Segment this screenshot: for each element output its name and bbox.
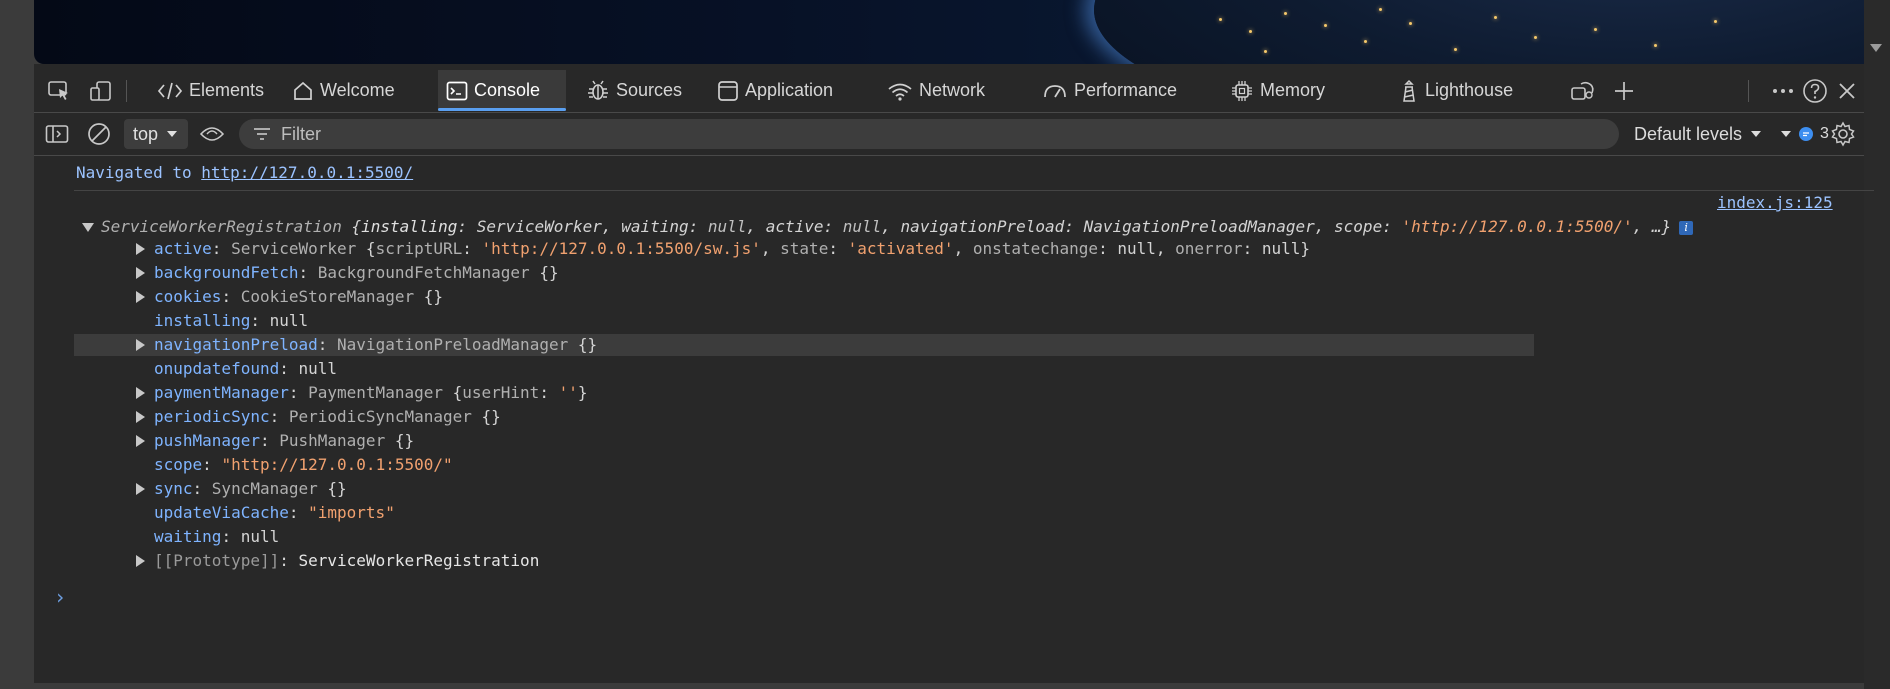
help-icon[interactable]: [1800, 76, 1830, 106]
device-emulation-icon[interactable]: [86, 76, 116, 106]
expand-triangle-icon[interactable]: [136, 411, 145, 423]
bug-icon: [588, 80, 608, 100]
property-row[interactable]: pushManager: PushManager {}: [74, 430, 414, 452]
property-row: waiting: null: [154, 527, 280, 546]
property-row: onupdatefound: null: [154, 359, 338, 378]
tab-memory[interactable]: Memory: [1222, 70, 1333, 111]
tab-performance[interactable]: Performance: [1034, 70, 1185, 111]
inspect-element-icon[interactable]: [44, 76, 74, 106]
log-levels-dropdown[interactable]: Default levels: [1634, 119, 1792, 149]
expand-triangle-icon[interactable]: [136, 483, 145, 495]
performance-icon: [1044, 84, 1066, 97]
object-summary[interactable]: ServiceWorkerRegistration {installing: S…: [74, 216, 1694, 238]
lighthouse-icon: [1403, 79, 1415, 102]
navigated-url-link[interactable]: http://127.0.0.1:5500/: [201, 163, 413, 182]
tab-console[interactable]: Console: [438, 70, 566, 111]
property-row[interactable]: paymentManager: PaymentManager {userHint…: [74, 382, 587, 404]
tab-label: Sources: [616, 80, 683, 100]
add-tab-icon[interactable]: [1610, 76, 1638, 106]
tab-label: Performance: [1074, 80, 1178, 100]
left-edge: [0, 0, 34, 689]
expand-triangle-icon[interactable]: [136, 435, 145, 447]
filter-field[interactable]: [239, 119, 1619, 149]
context-value: top: [133, 123, 159, 144]
source-link[interactable]: index.js:125: [1717, 192, 1833, 214]
issues-badge[interactable]: 3: [1798, 121, 1829, 147]
earth-image: [1094, 0, 1864, 64]
tabbar-divider: [1748, 80, 1749, 102]
filter-input[interactable]: [281, 123, 1481, 145]
collapse-triangle-icon[interactable]: [82, 223, 94, 232]
context-selector[interactable]: top: [124, 119, 188, 149]
message-icon: [1799, 127, 1813, 141]
property-row[interactable]: navigationPreload: NavigationPreloadMana…: [74, 334, 597, 356]
prototype-row[interactable]: [[Prototype]]: ServiceWorkerRegistration: [74, 550, 539, 572]
tab-label: Lighthouse: [1425, 80, 1514, 100]
tab-application[interactable]: Application: [709, 70, 841, 111]
home-icon: [294, 81, 312, 100]
chevron-down-icon: [1751, 131, 1762, 137]
tab-label: Network: [919, 80, 986, 100]
page-preview: [34, 0, 1864, 64]
tab-lighthouse[interactable]: Lighthouse: [1391, 70, 1521, 111]
console-icon: [446, 81, 468, 100]
clear-console-icon[interactable]: [84, 119, 114, 149]
tab-label: Elements: [189, 80, 265, 100]
tab-label: Application: [745, 80, 834, 100]
scroll-down-arrow-icon[interactable]: [1870, 44, 1882, 52]
tabbar-divider: [126, 80, 127, 102]
devtools-panel: Elements Welcome Console Sources Applica…: [34, 64, 1874, 689]
bottom-edge: [34, 683, 1864, 689]
more-tools-icon[interactable]: [1568, 76, 1598, 106]
levels-label: Default levels: [1634, 123, 1743, 144]
property-row: installing: null: [154, 311, 309, 330]
devtools-tabbar: Elements Welcome Console Sources Applica…: [34, 70, 1864, 113]
live-expression-icon[interactable]: [196, 119, 228, 149]
property-row: updateViaCache: "imports": [154, 503, 395, 522]
chevron-down-icon[interactable]: [1780, 130, 1792, 138]
message-divider: [74, 190, 1874, 191]
property-row[interactable]: backgroundFetch: BackgroundFetchManager …: [74, 262, 559, 284]
property-row[interactable]: sync: SyncManager {}: [74, 478, 347, 500]
close-devtools-icon[interactable]: [1834, 76, 1860, 106]
tab-welcome[interactable]: Welcome: [284, 70, 403, 111]
tab-label: Console: [474, 80, 541, 100]
application-icon: [718, 80, 738, 101]
expand-triangle-icon[interactable]: [136, 339, 145, 351]
sidebar-toggle-icon[interactable]: [42, 119, 72, 149]
expand-triangle-icon[interactable]: [136, 387, 145, 399]
wifi-icon: [888, 83, 912, 101]
filter-icon: [254, 128, 270, 140]
expand-triangle-icon[interactable]: [136, 291, 145, 303]
more-options-icon[interactable]: [1768, 76, 1798, 106]
tab-label: Welcome: [320, 80, 395, 100]
console-settings-icon[interactable]: [1828, 119, 1858, 149]
property-row: scope: "http://127.0.0.1:5500/": [154, 455, 453, 474]
chip-icon: [1232, 80, 1252, 101]
console-prompt[interactable]: ›: [54, 586, 66, 608]
tab-sources[interactable]: Sources: [578, 70, 690, 111]
page-scrollbar[interactable]: [1864, 0, 1890, 689]
property-row[interactable]: active: ServiceWorker {scriptURL: 'http:…: [74, 238, 1310, 260]
property-row[interactable]: cookies: CookieStoreManager {}: [74, 286, 443, 308]
expand-triangle-icon[interactable]: [136, 555, 145, 567]
console-toolbar: top Default levels 3: [34, 113, 1864, 156]
property-row[interactable]: periodicSync: PeriodicSyncManager {}: [74, 406, 501, 428]
code-brackets-icon: [157, 82, 183, 99]
console-output: Navigated to http://127.0.0.1:5500/ inde…: [34, 156, 1874, 689]
expand-triangle-icon[interactable]: [136, 267, 145, 279]
navigation-message: Navigated to http://127.0.0.1:5500/: [76, 163, 414, 182]
chevron-down-icon: [167, 131, 178, 137]
info-icon[interactable]: i: [1679, 220, 1694, 235]
tab-elements[interactable]: Elements: [149, 70, 272, 111]
tab-label: Memory: [1260, 80, 1326, 100]
tab-network[interactable]: Network: [879, 70, 993, 111]
expand-triangle-icon[interactable]: [136, 243, 145, 255]
